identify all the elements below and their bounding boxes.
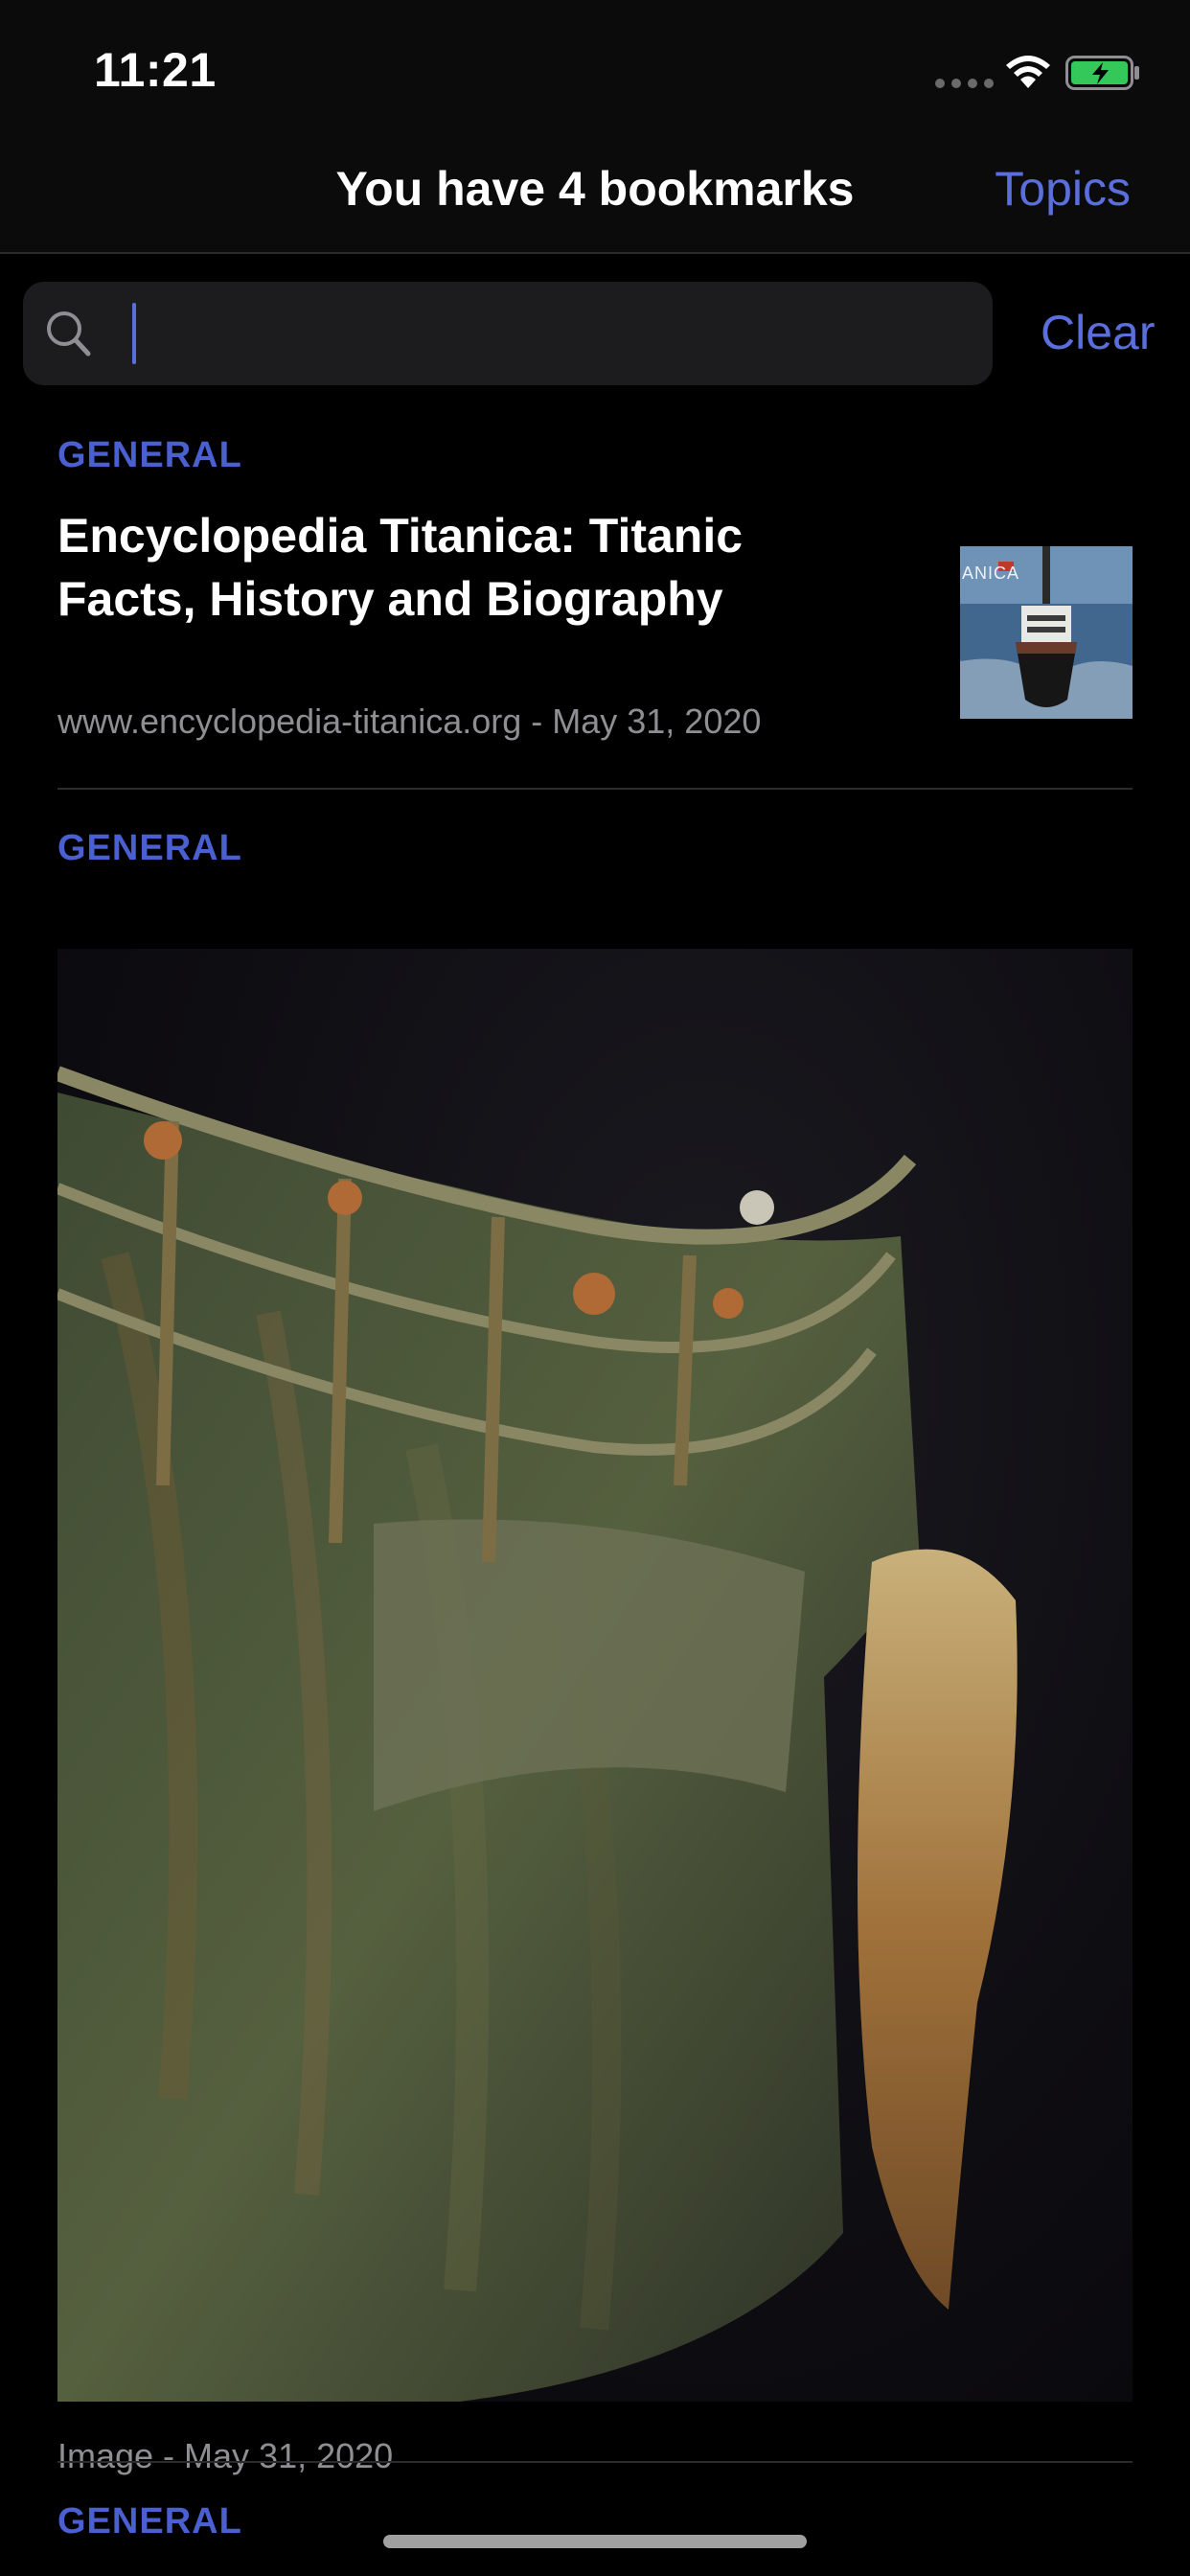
status-time: 11:21 — [94, 43, 217, 97]
wifi-icon — [1006, 56, 1050, 88]
text-cursor — [132, 303, 136, 364]
divider — [57, 2461, 1133, 2463]
topics-button[interactable]: Topics — [995, 161, 1131, 217]
thumbnail-text: ANICA — [962, 564, 1020, 583]
signal-dots-icon — [935, 79, 994, 88]
search-field[interactable] — [23, 282, 993, 385]
clear-button[interactable]: Clear — [1041, 305, 1155, 360]
category-label: GENERAL — [57, 828, 242, 868]
bookmark-item[interactable]: GENERAL Encyclopedia Titanica: Titanic F… — [57, 431, 1133, 748]
bookmark-title: Encyclopedia Titanica: Titanic Facts, Hi… — [57, 509, 744, 626]
battery-charging-icon — [1065, 56, 1139, 90]
bookmark-item[interactable]: GENERAL — [57, 824, 1133, 2475]
home-indicator[interactable] — [383, 2535, 807, 2548]
titanic-wreck-image — [57, 949, 1133, 2402]
category-label: GENERAL — [57, 435, 242, 475]
navigation-bar: You have 4 bookmarks Topics — [0, 134, 1190, 254]
status-bar: 11:21 — [0, 0, 1190, 134]
bookmark-meta: www.encyclopedia-titanica.org - May 31, … — [57, 702, 762, 741]
bookmark-meta: Image - May 31, 2020 — [57, 2436, 394, 2475]
bookmark-thumbnail: ANICA — [960, 546, 1133, 719]
category-label: GENERAL — [57, 2501, 242, 2542]
search-icon — [47, 311, 91, 356]
divider — [57, 788, 1133, 790]
search-input[interactable] — [109, 295, 972, 372]
wreck-illustration — [57, 1066, 1018, 2402]
bookmarks-screen: 11:21 You have 4 bookmarks Topics Clear — [0, 0, 1190, 2576]
